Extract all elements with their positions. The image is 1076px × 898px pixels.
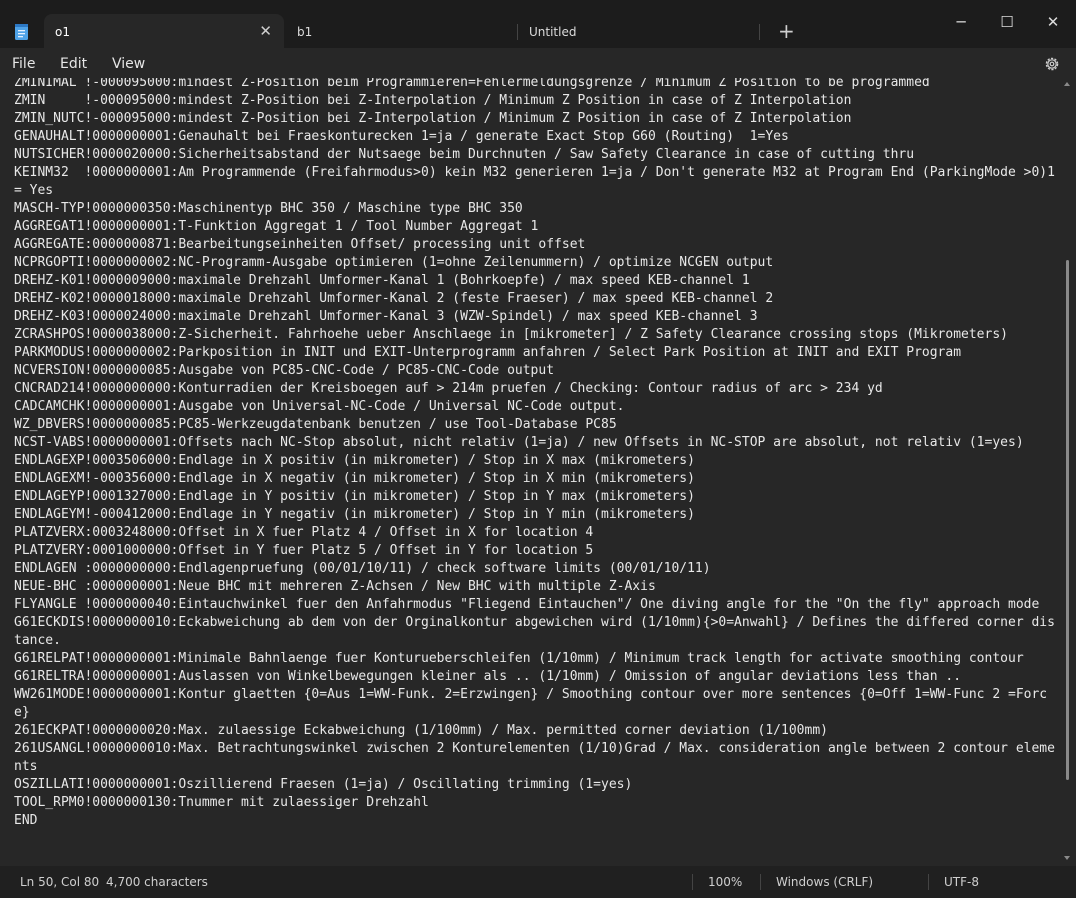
tab-label: b1 [297, 25, 313, 39]
maximize-button[interactable]: ☐ [984, 8, 1030, 36]
text-line[interactable]: 261ECKPAT!0000000020:Max. zulaessige Eck… [14, 722, 1058, 740]
text-line[interactable]: NEUE-BHC :0000000001:Neue BHC mit mehrer… [14, 578, 1058, 596]
text-line[interactable]: NCPRGOPTI!0000000002:NC-Programm-Ausgabe… [14, 254, 1058, 272]
vertical-scrollbar[interactable] [1064, 80, 1072, 864]
text-line[interactable]: ZMIN !-000095000:mindest Z-Position bei … [14, 92, 1058, 110]
text-line[interactable]: AGGREGAT1!0000000001:T-Funktion Aggregat… [14, 218, 1058, 236]
scrollbar-thumb[interactable] [1066, 260, 1069, 780]
cursor-position[interactable]: Ln 50, Col 80 [20, 875, 99, 889]
text-line[interactable]: PLATZVERY:0001000000:Offset in Y fuer Pl… [14, 542, 1058, 560]
close-tab-icon[interactable]: ✕ [259, 22, 272, 40]
text-line[interactable]: ZMINIMAL !-000095000:mindest Z-Position … [14, 78, 1058, 92]
character-count: 4,700 characters [106, 875, 208, 889]
menu-view[interactable]: View [112, 56, 145, 72]
text-line[interactable]: WZ_DBVERS!0000000085:PC85-Werkzeugdatenb… [14, 416, 1058, 434]
text-line[interactable]: OSZILLATI!0000000001:Oszillierend Fraese… [14, 776, 1058, 794]
text-line[interactable]: NCVERSION!0000000085:Ausgabe von PC85-CN… [14, 362, 1058, 380]
status-divider [928, 874, 929, 890]
text-editor[interactable]: ZMINIMAL !-000095000:mindest Z-Position … [0, 78, 1060, 864]
text-line[interactable]: ZCRASHPOS!0000038000:Z-Sicherheit. Fahrh… [14, 326, 1058, 344]
text-line[interactable]: ENDLAGEXP!0003506000:Endlage in X positi… [14, 452, 1058, 470]
menu-bar: File Edit View [0, 48, 1076, 78]
tab-b1[interactable]: b1 [286, 14, 516, 48]
scroll-down-arrow-icon[interactable] [1064, 856, 1070, 860]
status-divider [692, 874, 693, 890]
text-line[interactable]: AGGREGATE:0000000871:Bearbeitungseinheit… [14, 236, 1058, 254]
scroll-up-arrow-icon[interactable] [1064, 82, 1070, 86]
editor-text[interactable]: ZMINIMAL !-000095000:mindest Z-Position … [14, 78, 1058, 830]
minimize-button[interactable]: ─ [938, 8, 984, 36]
text-line[interactable]: DREHZ-K01!0000009000:maximale Drehzahl U… [14, 272, 1058, 290]
text-line[interactable]: DREHZ-K03!0000024000:maximale Drehzahl U… [14, 308, 1058, 326]
text-line[interactable]: 261USANGL!0000000010:Max. Betrachtungswi… [14, 740, 1058, 776]
close-window-button[interactable]: ✕ [1030, 8, 1076, 36]
text-line[interactable]: ENDLAGEXM!-000356000:Endlage in X negati… [14, 470, 1058, 488]
notepad-app-icon [15, 24, 28, 40]
menu-file[interactable]: File [12, 56, 35, 72]
text-line[interactable]: WW261MODE!0000000001:Kontur glaetten {0=… [14, 686, 1058, 722]
text-line[interactable]: MASCH-TYP!0000000350:Maschinentyp BHC 35… [14, 200, 1058, 218]
text-line[interactable]: G61RELTRA!0000000001:Auslassen von Winke… [14, 668, 1058, 686]
text-line[interactable]: FLYANGLE !0000000040:Eintauchwinkel fuer… [14, 596, 1058, 614]
text-line[interactable]: PLATZVERX:0003248000:Offset in X fuer Pl… [14, 524, 1058, 542]
text-line[interactable]: GENAUHALT!0000000001:Genauhalt bei Fraes… [14, 128, 1058, 146]
text-line[interactable]: PARKMODUS!0000000002:Parkposition in INI… [14, 344, 1058, 362]
tab-label: o1 [55, 25, 70, 39]
menu-edit[interactable]: Edit [60, 56, 87, 72]
tab-divider [759, 24, 760, 40]
text-line[interactable]: ZMIN_NUTC!-000095000:mindest Z-Position … [14, 110, 1058, 128]
text-line[interactable]: ENDLAGEN :0000000000:Endlagenpruefung (0… [14, 560, 1058, 578]
text-line[interactable]: ENDLAGEYM!-000412000:Endlage in Y negati… [14, 506, 1058, 524]
tab-o1[interactable]: o1 ✕ [44, 14, 284, 48]
line-ending[interactable]: Windows (CRLF) [776, 875, 873, 889]
text-line[interactable]: ENDLAGEYP!0001327000:Endlage in Y positi… [14, 488, 1058, 506]
status-bar: Ln 50, Col 80 4,700 characters 100% Wind… [0, 866, 1076, 898]
text-line[interactable]: G61RELPAT!0000000001:Minimale Bahnlaenge… [14, 650, 1058, 668]
text-line[interactable]: NUTSICHER!0000020000:Sicherheitsabstand … [14, 146, 1058, 164]
tab-label: Untitled [529, 25, 577, 39]
title-bar: o1 ✕ b1 Untitled + ─ ☐ ✕ [0, 0, 1076, 48]
tab-untitled[interactable]: Untitled [518, 14, 758, 48]
text-line[interactable]: DREHZ-K02!0000018000:maximale Drehzahl U… [14, 290, 1058, 308]
new-tab-button[interactable]: + [778, 20, 795, 42]
text-line[interactable]: END [14, 812, 1058, 830]
text-line[interactable]: CADCAMCHK!0000000001:Ausgabe von Univers… [14, 398, 1058, 416]
settings-gear-icon[interactable] [1043, 55, 1061, 73]
text-line[interactable]: NCST-VABS!0000000001:Offsets nach NC-Sto… [14, 434, 1058, 452]
encoding[interactable]: UTF-8 [944, 875, 979, 889]
status-divider [760, 874, 761, 890]
text-line[interactable]: CNCRAD214!0000000000:Konturradien der Kr… [14, 380, 1058, 398]
text-line[interactable]: KEINM32 !0000000001:Am Programmende (Fre… [14, 164, 1058, 200]
text-line[interactable]: TOOL_RPM0!0000000130:Tnummer mit zulaess… [14, 794, 1058, 812]
zoom-level[interactable]: 100% [708, 875, 742, 889]
text-line[interactable]: G61ECKDIS!0000000010:Eckabweichung ab de… [14, 614, 1058, 650]
